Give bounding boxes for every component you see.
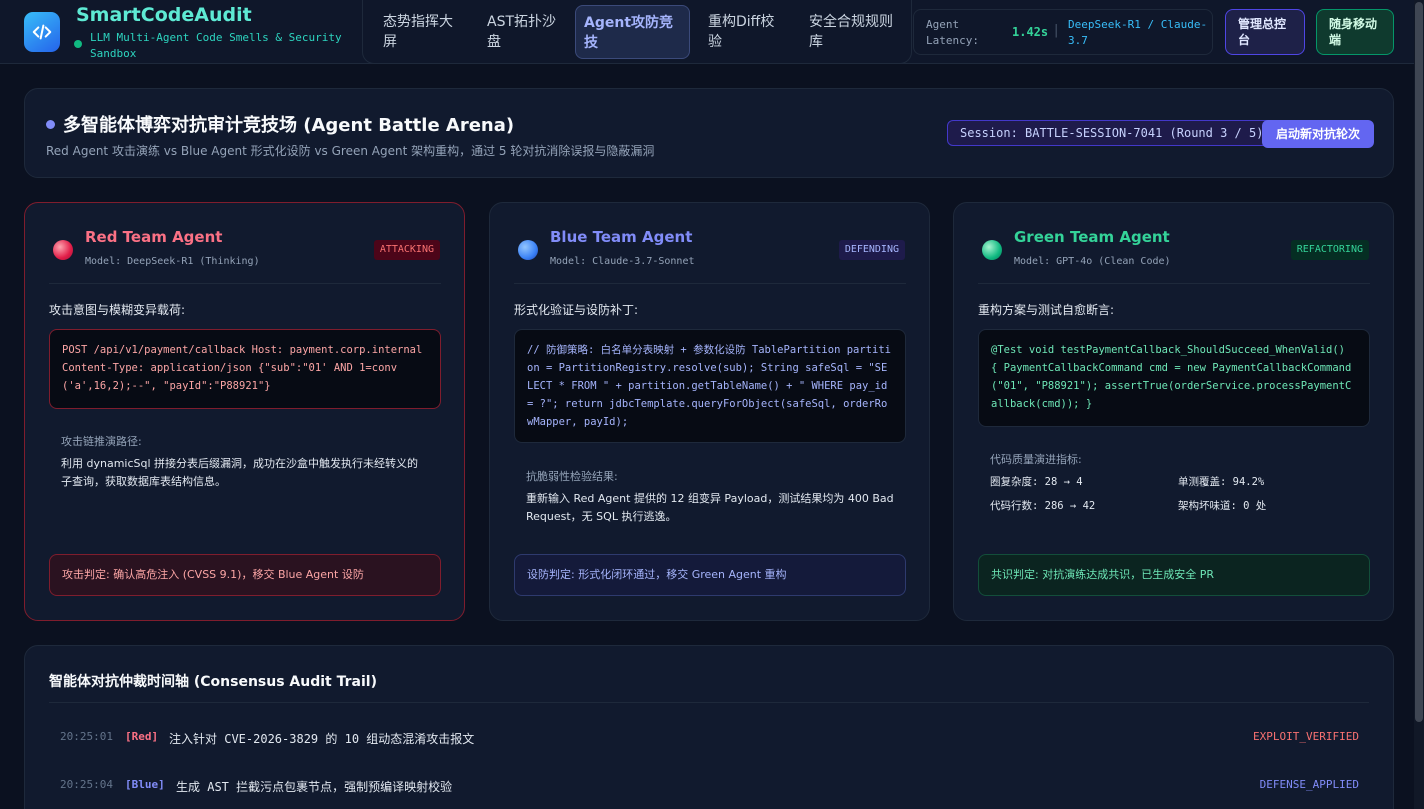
section-label: 重构方案与测试自愈断言: (978, 303, 1115, 317)
page-subtitle: Red Agent 攻击演练 vs Blue Agent 形式化设防 vs Gr… (46, 144, 655, 158)
top-bar: SmartCodeAudit LLM Multi-Agent Code Smel… (0, 0, 1414, 64)
metric-smells: 架构坏味道: 0 处 (1178, 500, 1267, 512)
latency-label: Agent Latency: (926, 18, 979, 47)
info-body: 利用 dynamicSql 拼接分表后缀漏洞，成功在沙盒中触发执行未经转义的子查… (61, 457, 419, 488)
divider (978, 283, 1370, 284)
divider (49, 702, 1369, 703)
logo[interactable] (24, 12, 60, 52)
green-agent-orb-icon (982, 240, 1002, 260)
mobile-button[interactable]: 随身移动端 (1316, 9, 1394, 55)
event-time: 20:25:01 (60, 730, 113, 743)
consensus-timeline: 智能体对抗仲裁时间轴 (Consensus Audit Trail) 20:25… (24, 645, 1394, 809)
tab-ast-topology[interactable]: AST拓扑沙盘 (479, 5, 565, 59)
agent-name: Red Team Agent (85, 228, 223, 246)
robustness-panel: 抗脆弱性检验结果: 重新输入 Red Agent 提供的 12 组变异 Payl… (514, 469, 906, 526)
divider (49, 283, 441, 284)
defense-verdict: 设防判定: 形式化闭环通过，移交 Green Agent 重构 (514, 554, 906, 596)
start-new-round-button[interactable]: 启动新对抗轮次 (1262, 120, 1374, 148)
info-label: 抗脆弱性检验结果: (526, 470, 618, 483)
red-agent-card: Red Team Agent Model: DeepSeek-R1 (Think… (24, 202, 465, 621)
info-label: 代码质量演进指标: (990, 453, 1082, 466)
event-message: 注入针对 CVE-2026-3829 的 10 组动态混淆攻击报文 (169, 732, 475, 746)
brand-subtitle: LLM Multi-Agent Code Smells & Security S… (90, 31, 342, 60)
red-agent-orb-icon (53, 240, 73, 260)
info-body: 重新输入 Red Agent 提供的 12 组变异 Payload，测试结果均为… (526, 492, 894, 523)
arena-banner: 多智能体博弈对抗审计竞技场 (Agent Battle Arena) Red A… (24, 88, 1394, 178)
metric-lines: 代码行数: 286 → 42 (990, 500, 1096, 512)
quality-metrics-panel: 代码质量演进指标: (978, 452, 1370, 468)
attack-verdict: 攻击判定: 确认高危注入 (CVSS 9.1)，移交 Blue Agent 设防 (49, 554, 441, 596)
info-label: 攻击链推演路径: (61, 435, 142, 448)
event-time: 20:25:04 (60, 778, 113, 791)
divider (514, 283, 906, 284)
code-icon (32, 24, 52, 40)
scrollbar[interactable] (1414, 0, 1424, 809)
event-message: 生成 AST 拦截污点包裹节点，强制预编译映射校验 (176, 780, 453, 794)
consensus-verdict: 共识判定: 对抗演练达成共识，已生成安全 PR (978, 554, 1370, 596)
defense-patch-code: // 防御策略: 白名单分表映射 + 参数化设防 TablePartition … (514, 329, 906, 443)
section-label: 形式化验证与设防补丁: (514, 303, 639, 317)
status-badge: DEFENDING (838, 240, 905, 260)
event-agent: [Blue] (125, 778, 165, 791)
model-pair: DeepSeek-R1 / Claude-3.7 (1068, 18, 1208, 47)
status-badge: ATTACKING (373, 240, 440, 260)
tab-refactor-diff[interactable]: 重构Diff校验 (700, 5, 790, 59)
attack-payload-code: POST /api/v1/payment/callback Host: paym… (49, 329, 441, 409)
timeline-row[interactable]: 20:25:04 [Blue] 生成 AST 拦截污点包裹节点，强制预编译映射校… (49, 778, 1369, 798)
admin-console-button[interactable]: 管理总控台 (1225, 9, 1305, 55)
latency-value: 1.42s (1012, 25, 1049, 39)
event-agent: [Red] (125, 730, 159, 743)
agent-name: Blue Team Agent (550, 228, 693, 246)
blue-agent-card: Blue Team Agent Model: Claude-3.7-Sonnet… (489, 202, 930, 621)
attack-chain-panel: 攻击链推演路径: 利用 dynamicSql 拼接分表后缀漏洞，成功在沙盒中触发… (49, 434, 441, 491)
brand-title: SmartCodeAudit (76, 4, 252, 26)
latency-separator: | (1054, 23, 1059, 38)
agent-model: Model: Claude-3.7-Sonnet (550, 256, 695, 267)
tab-situation-dashboard[interactable]: 态势指挥大屏 (375, 5, 469, 59)
page-title: 多智能体博弈对抗审计竞技场 (Agent Battle Arena) (63, 115, 515, 136)
online-status-dot (74, 40, 82, 48)
scrollbar-thumb[interactable] (1415, 2, 1423, 722)
timeline-row[interactable]: 20:25:01 [Red] 注入针对 CVE-2026-3829 的 10 组… (49, 730, 1369, 750)
refactor-test-code: @Test void testPaymentCallback_ShouldSuc… (978, 329, 1370, 427)
latency-panel: Agent Latency: 1.42s | DeepSeek-R1 / Cla… (913, 9, 1213, 55)
agent-model: Model: GPT-4o (Clean Code) (1014, 256, 1171, 267)
agent-model: Model: DeepSeek-R1 (Thinking) (85, 256, 260, 267)
blue-agent-orb-icon (518, 240, 538, 260)
section-label: 攻击意图与模糊变异载荷: (49, 303, 186, 317)
status-badge: REFACTORING (1290, 240, 1369, 260)
session-badge: Session: BATTLE-SESSION-7041 (Round 3 / … (947, 120, 1277, 146)
tab-compliance-rules[interactable]: 安全合规规则库 (801, 5, 905, 59)
timeline-title: 智能体对抗仲裁时间轴 (Consensus Audit Trail) (49, 674, 377, 690)
main-nav: 态势指挥大屏 AST拓扑沙盘 Agent攻防竞技 重构Diff校验 安全合规规则… (362, 0, 912, 64)
metric-coverage: 单测覆盖: 94.2% (1178, 476, 1265, 488)
metric-complexity: 圈复杂度: 28 → 4 (990, 476, 1083, 488)
event-status: EXPLOIT_VERIFIED (1253, 730, 1359, 743)
event-status: DEFENSE_APPLIED (1259, 778, 1359, 791)
title-bullet (46, 120, 55, 129)
agent-name: Green Team Agent (1014, 228, 1170, 246)
tab-agent-battle[interactable]: Agent攻防竞技 (575, 5, 690, 59)
green-agent-card: Green Team Agent Model: GPT-4o (Clean Co… (953, 202, 1394, 621)
